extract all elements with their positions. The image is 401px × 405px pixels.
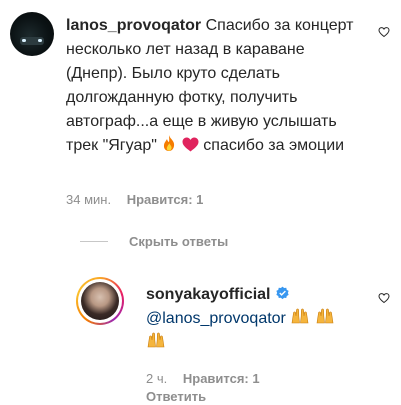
avatar-sonyakay[interactable] [76, 277, 124, 325]
reply-username[interactable]: sonyakayofficial [146, 286, 271, 303]
fire-emoji [164, 135, 175, 151]
hide-replies-button[interactable]: Скрыть ответы [129, 234, 228, 249]
comment-meta: 34 мин. Нравится: 1 [66, 192, 203, 208]
reply-time[interactable]: 2 ч. [146, 371, 167, 386]
raising-hands-emoji [291, 308, 309, 324]
reply-likes[interactable]: Нравится: 1 [183, 371, 260, 386]
reply-meta: 2 ч. Нравится: 1 [146, 371, 260, 387]
comment-username[interactable]: lanos_provoqator [66, 17, 201, 34]
reply-button[interactable]: Ответить [146, 389, 206, 404]
comment-text-end: спасибо за эмоции [203, 137, 345, 154]
comment-text: Спасибо за концерт несколько лет назад в… [66, 17, 354, 154]
avatar-ring-gap [78, 279, 122, 323]
comment-likes[interactable]: Нравится: 1 [127, 192, 204, 207]
avatar-lanos[interactable] [10, 12, 54, 56]
raising-hands-emoji [316, 308, 334, 324]
reply-meta-2: Ответить [146, 389, 206, 405]
verified-badge-icon [275, 286, 289, 300]
avatar-headlight [38, 39, 42, 42]
avatar-photo [81, 282, 119, 320]
comment-time[interactable]: 34 мин. [66, 192, 111, 207]
comment-body: lanos_provoqator Спасибо за концерт неск… [66, 14, 366, 158]
heart-outline-icon[interactable] [378, 292, 390, 304]
raising-hands-emoji [147, 332, 165, 348]
heart-outline-icon[interactable] [378, 26, 390, 38]
replies-divider [80, 241, 108, 242]
reply-mention[interactable]: @lanos_provoqator [146, 310, 286, 327]
reply-body: sonyakayofficial @lanos_provoqator [146, 283, 376, 355]
red-heart-emoji [182, 137, 199, 152]
avatar-headlight [22, 39, 26, 42]
